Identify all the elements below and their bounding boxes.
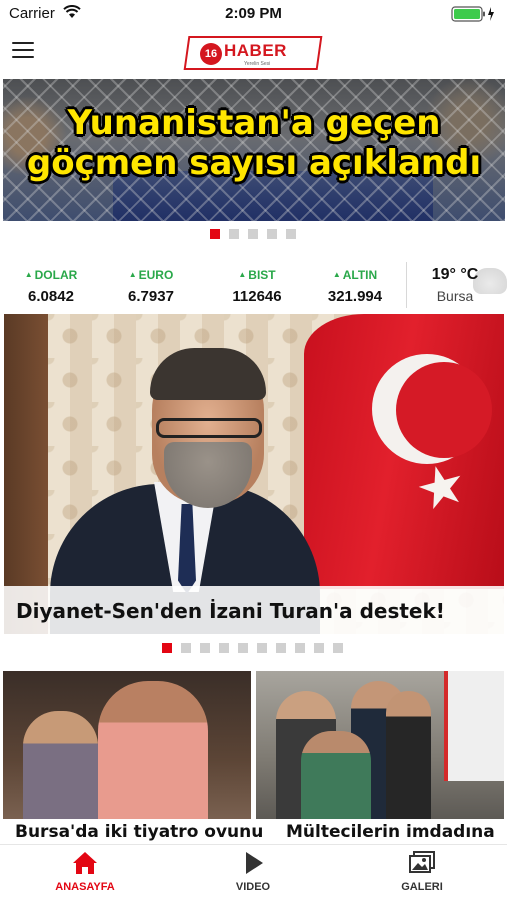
pagination-dot[interactable] [276, 643, 286, 653]
story-pagination [162, 643, 343, 653]
flag-crescent-cut [396, 362, 492, 458]
weather-city: Bursa [436, 288, 474, 304]
trend-up-icon: ▲ [332, 270, 341, 279]
gallery-icon [408, 850, 436, 876]
story-photo-glasses [156, 418, 262, 438]
tab-label: GALERI [401, 881, 443, 893]
thumb-photo-person [301, 731, 371, 819]
story-caption: Diyanet-Sen'den İzani Turan'a destek! [4, 586, 504, 634]
thumb-photo-person [386, 691, 431, 819]
status-time: 2:09 PM [225, 5, 282, 22]
market-name: EURO [138, 268, 174, 282]
app-logo[interactable]: 16 HABER Yerelin Sesi [183, 32, 323, 72]
market-bist[interactable]: ▲ BIST 112646 [212, 268, 302, 305]
market-ticker: ▲ DOLAR 6.0842 ▲ EURO 6.7937 ▲ BIST 112646 … [0, 262, 507, 308]
hero-pagination [210, 229, 296, 239]
trend-up-icon: ▲ [238, 270, 247, 279]
pagination-dot[interactable] [229, 229, 239, 239]
pagination-dot[interactable] [181, 643, 191, 653]
thumbnail-caption[interactable]: Mültecilerin imdadına [286, 822, 495, 842]
story-headline: Diyanet-Sen'den İzani Turan'a destek! [16, 599, 445, 623]
status-bar: Carrier 2:09 PM [0, 0, 507, 26]
play-icon [239, 850, 267, 876]
logo-number: 16 [200, 43, 222, 65]
pagination-dot[interactable] [333, 643, 343, 653]
hero-banner[interactable]: Yunanistan'a geçen göçmen sayısı açıklan… [3, 79, 505, 221]
market-value: 321.994 [327, 288, 383, 305]
thumb-photo-actor [23, 711, 98, 819]
pagination-dot[interactable] [219, 643, 229, 653]
market-euro[interactable]: ▲ EURO 6.7937 [106, 268, 196, 305]
thumbnail-caption[interactable]: Bursa'da iki tiyatro ovunu [15, 822, 263, 842]
market-value: 6.0842 [28, 288, 74, 305]
pagination-dot[interactable] [257, 643, 267, 653]
tab-label: ANASAYFA [55, 881, 115, 893]
news-thumbnail[interactable] [256, 671, 504, 819]
app-header: 16 HABER Yerelin Sesi [0, 26, 507, 78]
pagination-dot[interactable] [162, 643, 172, 653]
tab-galeri[interactable]: GALERI [362, 845, 482, 900]
pagination-dot[interactable] [200, 643, 210, 653]
pagination-dot[interactable] [267, 229, 277, 239]
pagination-dot[interactable] [248, 229, 258, 239]
market-dolar[interactable]: ▲ DOLAR 6.0842 [6, 268, 96, 305]
news-thumbnail[interactable] [3, 671, 251, 819]
market-name: DOLAR [34, 268, 78, 282]
home-icon [71, 850, 99, 876]
tab-label: VIDEO [235, 881, 271, 893]
tab-anasayfa[interactable]: ANASAYFA [25, 845, 145, 900]
trend-up-icon: ▲ [128, 270, 137, 279]
thumb-photo-ambulance [444, 671, 504, 781]
pagination-dot[interactable] [295, 643, 305, 653]
bottom-tab-bar: ANASAYFA VIDEO GALERI [0, 844, 507, 900]
market-altin[interactable]: ▲ ALTIN 321.994 [310, 268, 400, 305]
pagination-dot[interactable] [314, 643, 324, 653]
hero-title-line1: Yunanistan'a geçen [67, 103, 441, 143]
divider [406, 262, 407, 308]
pagination-dot[interactable] [286, 229, 296, 239]
weather-widget[interactable]: 19° °C Bursa [408, 262, 507, 308]
main-story-card[interactable]: ★ Diyanet-Sen'den İzani Turan'a destek! [4, 314, 504, 634]
hamburger-menu-icon[interactable] [12, 42, 34, 60]
weather-temp: 19° °C [431, 266, 479, 283]
battery-icon [451, 6, 497, 22]
logo-text: HABER [224, 41, 287, 60]
market-name: ALTIN [342, 268, 378, 282]
tab-video[interactable]: VIDEO [193, 845, 313, 900]
trend-up-icon: ▲ [24, 270, 33, 279]
market-name: BIST [248, 268, 276, 282]
pagination-dot[interactable] [210, 229, 220, 239]
thumb-photo-actor [98, 681, 208, 819]
hero-title-line2: göçmen sayısı açıklandı [26, 143, 482, 183]
pagination-dot[interactable] [238, 643, 248, 653]
logo-tagline: Yerelin Sesi [244, 61, 271, 67]
market-value: 112646 [232, 288, 282, 305]
market-value: 6.7937 [128, 288, 174, 305]
